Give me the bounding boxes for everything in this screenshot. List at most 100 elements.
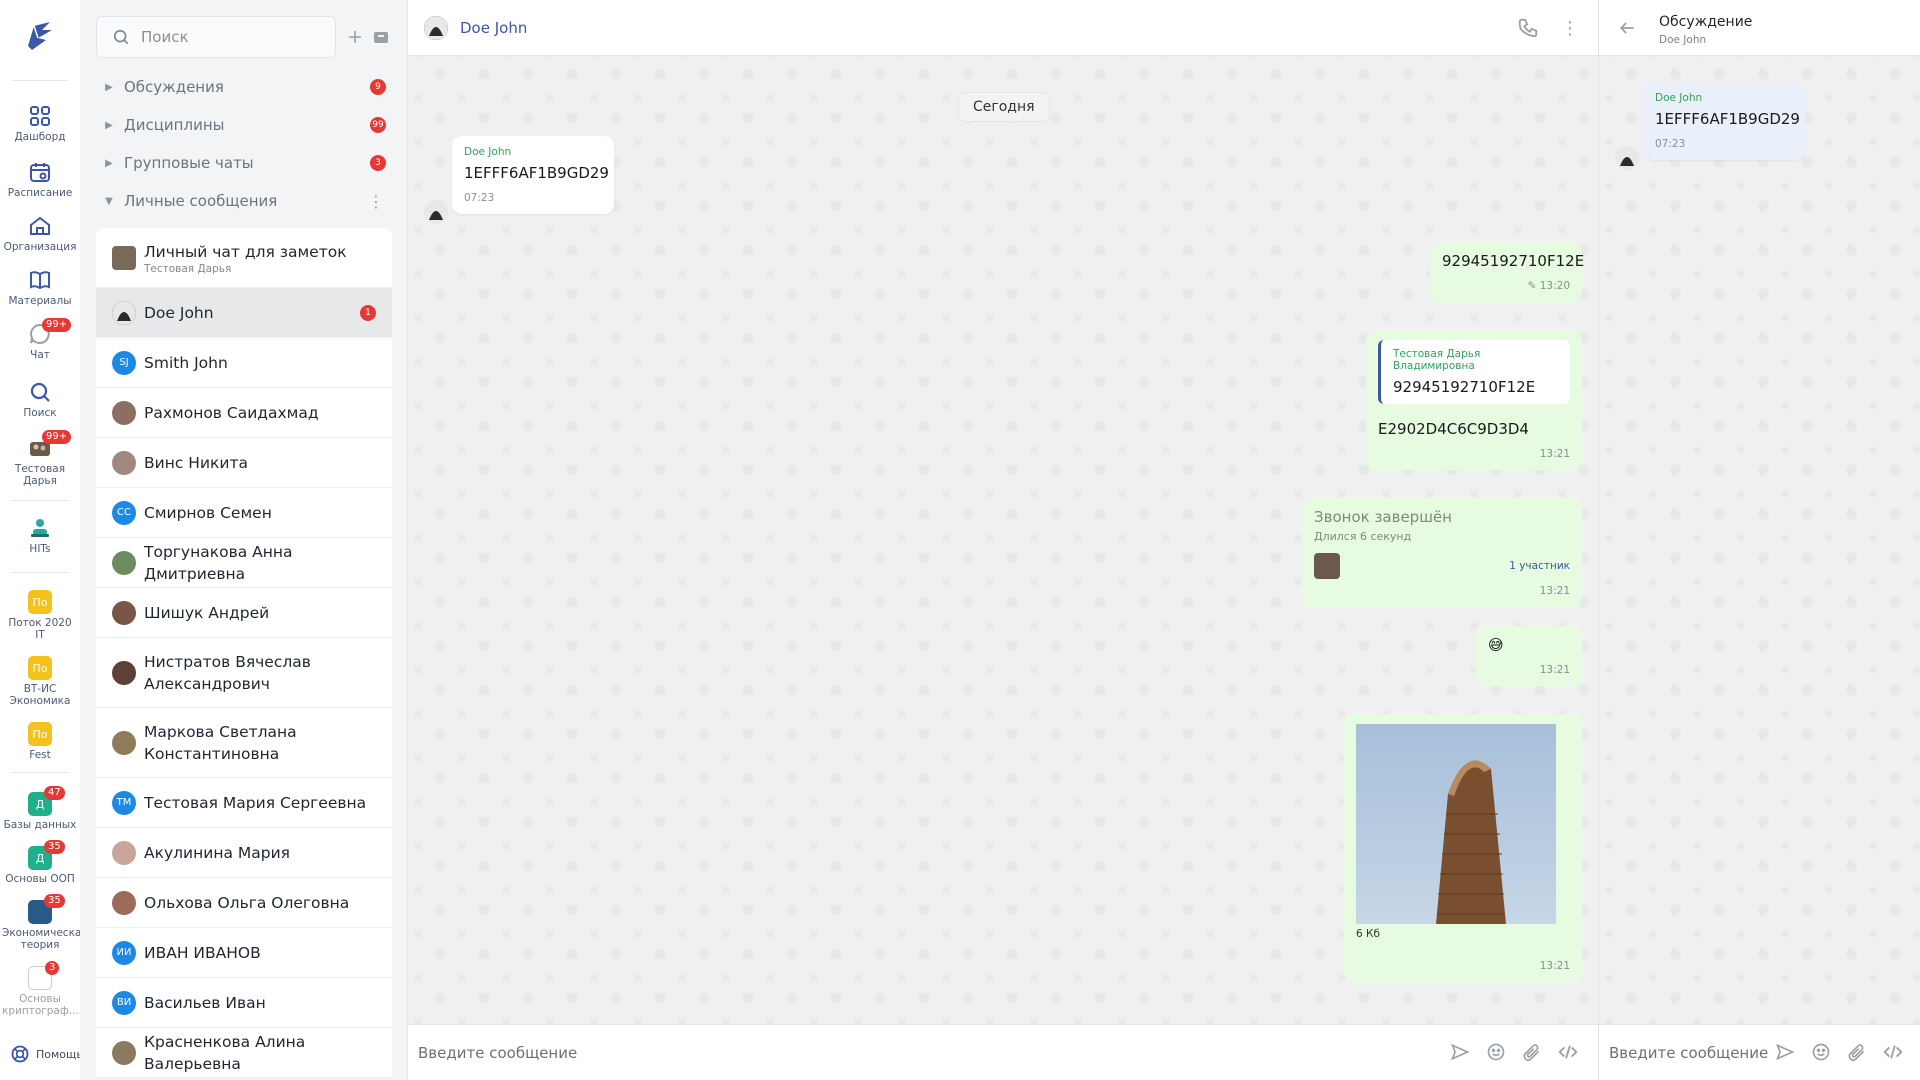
avatar[interactable] xyxy=(424,200,448,224)
search-box[interactable] xyxy=(96,16,336,58)
chat-row-doe-john[interactable]: Doe John 1 xyxy=(96,288,392,338)
chat-name: Тестовая Мария Сергеевна xyxy=(144,793,367,812)
thread-code-button[interactable] xyxy=(1881,1040,1905,1064)
quoted-message[interactable]: Тестовая Дарья Владимировна 92945192710F… xyxy=(1378,340,1570,404)
code-icon xyxy=(1558,1045,1578,1059)
unread-badge: 1 xyxy=(360,304,376,321)
rail-item-hits[interactable]: HITs xyxy=(0,516,80,555)
add-chat-button[interactable] xyxy=(344,26,366,48)
folder-group-chats[interactable]: ▶ Групповые чаты 3 xyxy=(80,144,408,182)
rail-label: Материалы xyxy=(8,295,72,307)
chat-row[interactable]: Маркова Светлана Константиновна xyxy=(96,708,392,778)
calendar-icon xyxy=(28,160,52,184)
participant-avatar xyxy=(1314,553,1340,579)
search-input[interactable] xyxy=(141,28,321,46)
chat-row[interactable]: ВИ Васильев Иван xyxy=(96,978,392,1028)
rail-group-vt-is[interactable]: По ВТ-ИС Экономика xyxy=(0,656,80,707)
message-outgoing[interactable]: 92945192710F12E ✎ 13:20 xyxy=(1430,242,1584,302)
chat-row[interactable]: СС Смирнов Семен xyxy=(96,488,392,538)
rail-item-profile[interactable]: 99+ Тестовая Дарья xyxy=(0,430,80,487)
thread-message-input[interactable] xyxy=(1609,1043,1769,1062)
code-button[interactable] xyxy=(1556,1040,1580,1064)
back-button[interactable] xyxy=(1617,18,1637,42)
rail-group-crypto[interactable]: 3 Основы криптограф... xyxy=(0,961,80,1017)
chat-row[interactable]: SJ Smith John xyxy=(96,338,392,388)
thread-attach-button[interactable] xyxy=(1845,1040,1869,1064)
message-outgoing-emoji[interactable]: 😅 13:21 xyxy=(1476,626,1582,686)
folder-personal-messages[interactable]: ▼ Личные сообщения ⋮ xyxy=(80,182,408,220)
avatar[interactable] xyxy=(424,15,448,40)
message-time: 13:21 xyxy=(1539,585,1570,597)
send-icon xyxy=(1451,1043,1470,1061)
rail-group-stream-2020[interactable]: По Поток 2020 IT xyxy=(0,590,80,641)
more-options-button[interactable]: ⋮ xyxy=(1558,16,1582,40)
rail-label: Поток 2020 IT xyxy=(8,617,72,641)
rail-label: HITs xyxy=(29,543,51,555)
chat-row[interactable]: Нистратов Вячеслав Александрович xyxy=(96,638,392,708)
chat-row[interactable]: Торгунакова Анна Дмитриевна xyxy=(96,538,392,588)
chat-name: Винс Никита xyxy=(144,453,248,472)
chat-row[interactable]: ИИ ИВАН ИВАНОВ xyxy=(96,928,392,978)
thread-send-button[interactable] xyxy=(1773,1040,1797,1064)
more-options-icon[interactable]: ⋮ xyxy=(368,192,384,211)
folder-disciplines[interactable]: ▶ Дисциплины 99 xyxy=(80,106,408,144)
attach-button[interactable] xyxy=(1520,1040,1544,1064)
thread-root-message[interactable]: Doe John 1EFFF6AF1B9GD29 07:23 xyxy=(1643,82,1805,160)
thread-emoji-button[interactable] xyxy=(1809,1040,1833,1064)
rail-item-schedule[interactable]: Расписание xyxy=(0,160,80,199)
rail-group-economics[interactable]: 35 Экономическая теория xyxy=(0,894,88,951)
folder-title: Личные сообщения xyxy=(124,192,278,210)
rail-group-oop[interactable]: Д 35 Основы ООП xyxy=(0,840,80,885)
edited-icon: ✎ xyxy=(1527,280,1537,292)
message-time: 07:23 xyxy=(1655,138,1686,150)
message-incoming[interactable]: Doe John 1EFFF6AF1B9GD29 07:23 xyxy=(452,136,614,214)
chat-row[interactable]: Красненкова Алина Валерьевна xyxy=(96,1028,392,1078)
emoji-button[interactable] xyxy=(1484,1040,1508,1064)
chat-row-notes[interactable]: Личный чат для заметок Тестовая Дарья xyxy=(96,228,392,288)
avatar xyxy=(112,890,136,915)
app-rail: Дашборд Расписание Организация Материалы… xyxy=(0,0,88,1080)
rail-group-databases[interactable]: Д 47 Базы данных xyxy=(0,786,80,831)
group-icon: Д 35 xyxy=(28,840,65,870)
rail-item-materials[interactable]: Материалы xyxy=(0,268,80,307)
help-button[interactable]: Помощь xyxy=(10,1044,83,1064)
message-outgoing-reply[interactable]: Тестовая Дарья Владимировна 92945192710F… xyxy=(1366,330,1582,470)
chat-name: Шишук Андрей xyxy=(144,603,270,622)
rail-group-fest[interactable]: По Fest xyxy=(0,722,80,761)
message-text: 1EFFF6AF1B9GD29 xyxy=(464,164,609,182)
message-time: ✎ 13:20 xyxy=(1527,280,1570,292)
chat-list-panel: ▶ Обсуждения 9 ▶ Дисциплины 99 ▶ Группов… xyxy=(80,0,408,1080)
chat-title[interactable]: Doe John xyxy=(460,19,527,37)
call-button[interactable] xyxy=(1516,16,1540,40)
chat-row[interactable]: Шишук Андрей xyxy=(96,588,392,638)
message-text: 😅 xyxy=(1488,636,1504,654)
message-input[interactable] xyxy=(418,1043,1418,1062)
folder-discussions[interactable]: ▶ Обсуждения 9 xyxy=(80,68,408,106)
rail-item-chat[interactable]: 99+ Чат xyxy=(0,318,80,361)
attached-photo[interactable] xyxy=(1356,724,1556,924)
chat-name: Личный чат для заметок xyxy=(144,242,347,261)
chat-row[interactable]: Рахмонов Саидахмад xyxy=(96,388,392,438)
rail-label: Экономическая теория xyxy=(2,927,88,951)
rail-label: Основы ООП xyxy=(5,873,75,885)
avatar[interactable] xyxy=(1615,146,1639,170)
arrow-left-icon xyxy=(1619,22,1634,34)
message-time: 13:21 xyxy=(1539,448,1570,460)
chat-row[interactable]: ТМ Тестовая Мария Сергеевна xyxy=(96,778,392,828)
avatar xyxy=(112,300,136,325)
archive-button[interactable] xyxy=(370,26,392,48)
message-outgoing-image[interactable]: 6 Кб 13:21 xyxy=(1344,714,1582,982)
rail-item-organization[interactable]: Организация xyxy=(0,214,80,253)
message-text: 1EFFF6AF1B9GD29 xyxy=(1655,110,1800,128)
participants-count[interactable]: 1 участник xyxy=(1509,560,1570,572)
call-ended-message[interactable]: Звонок завершён Длился 6 секунд 1 участн… xyxy=(1302,498,1582,607)
send-button[interactable] xyxy=(1448,1040,1472,1064)
emoji-icon xyxy=(1812,1043,1830,1061)
chat-name: Рахмонов Саидахмад xyxy=(144,403,319,422)
rail-item-search[interactable]: Поиск xyxy=(0,380,80,419)
chat-row[interactable]: Винс Никита xyxy=(96,438,392,488)
rail-item-dashboard[interactable]: Дашборд xyxy=(0,104,80,143)
chat-row[interactable]: Ольхова Ольга Олеговна xyxy=(96,878,392,928)
app-logo[interactable] xyxy=(20,16,60,56)
chat-row[interactable]: Акулинина Мария xyxy=(96,828,392,878)
